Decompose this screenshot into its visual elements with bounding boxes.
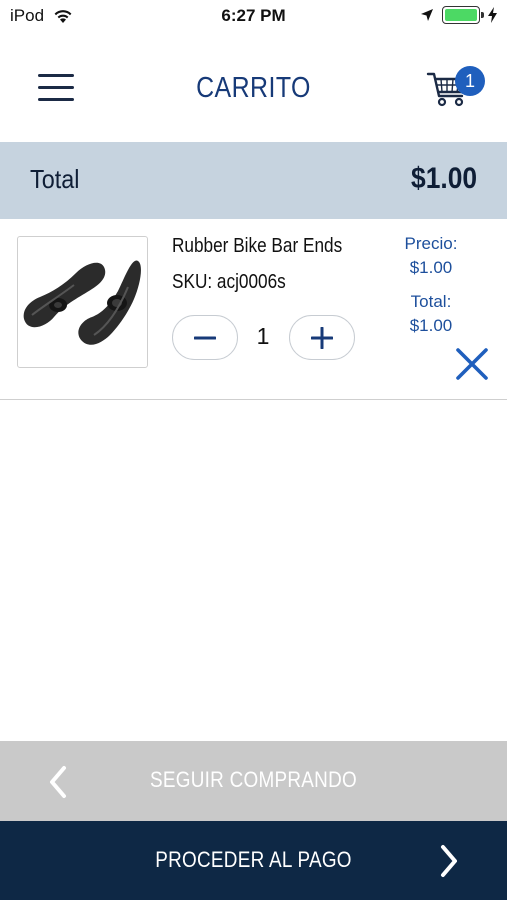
battery-icon [442, 6, 484, 24]
status-right [420, 6, 497, 24]
remove-item-button[interactable] [454, 346, 490, 382]
total-summary-bar: Total $1.00 [0, 142, 507, 219]
increase-quantity-button[interactable] [289, 315, 355, 360]
continue-shopping-button[interactable]: SEGUIR COMPRANDO [0, 741, 507, 821]
total-value: $1.00 [410, 162, 477, 195]
line-total-label: Total: [410, 292, 452, 311]
quantity-value: 1 [256, 323, 270, 349]
minus-icon [194, 336, 216, 339]
app-header: CARRITO 1 [0, 34, 507, 142]
decrease-quantity-button[interactable] [172, 315, 238, 360]
chevron-right-icon [441, 845, 457, 877]
product-name[interactable]: Rubber Bike Bar Ends [172, 235, 342, 258]
status-bar: iPod 6:27 PM [0, 0, 507, 34]
unit-price-value: $1.00 [409, 258, 453, 277]
cart-count-badge: 1 [455, 66, 485, 96]
checkout-label: PROCEDER AL PAGO [155, 847, 352, 872]
plus-icon [311, 326, 333, 349]
battery-level-fill [445, 9, 477, 21]
unit-price-label: Precio: [404, 234, 458, 253]
product-image [17, 236, 148, 368]
page-title: CARRITO [196, 72, 311, 104]
proceed-to-checkout-button[interactable]: PROCEDER AL PAGO [0, 821, 507, 900]
cart-item: Rubber Bike Bar Ends SKU: acj0006s 1 Pre… [0, 219, 507, 400]
location-arrow-icon [421, 9, 433, 21]
close-icon [456, 348, 488, 380]
bike-bar-ends-image [23, 260, 141, 345]
total-label: Total [30, 164, 80, 194]
line-total-value: $1.00 [409, 316, 453, 335]
charging-bolt-icon [488, 7, 497, 23]
continue-shopping-label: SEGUIR COMPRANDO [149, 767, 358, 792]
cart-button[interactable]: 1 [426, 64, 486, 110]
product-sku: SKU: acj0006s [172, 271, 286, 293]
